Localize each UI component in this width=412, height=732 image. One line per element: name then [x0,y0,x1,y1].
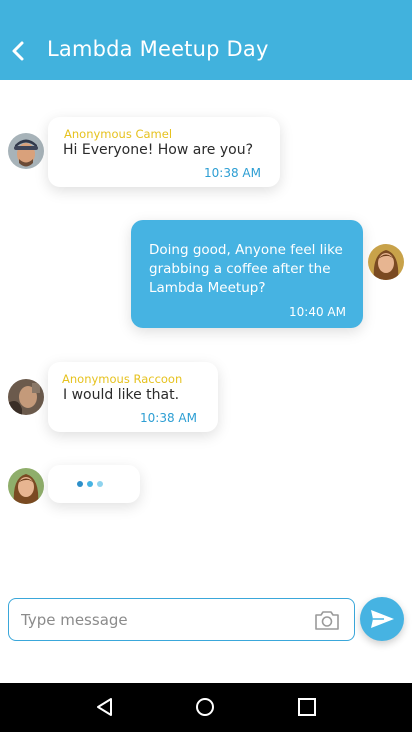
message-time: 10:38 AM [140,411,197,425]
message-input[interactable] [21,608,301,632]
avatar-woman-icon [8,468,44,504]
sender-name: Anonymous Raccoon [62,372,183,386]
message-composer [8,598,355,641]
message-text-line-3: Lambda Meetup? [149,280,266,296]
send-icon [371,610,394,628]
avatar-man-icon [8,133,44,169]
message-time: 10:40 AM [289,305,346,319]
avatar-person-icon [8,379,44,415]
message-bubble-incoming[interactable]: Anonymous Raccoon I would like that. 10:… [48,362,218,432]
avatar-anonymous-camel[interactable] [8,133,44,169]
message-time: 10:38 AM [204,166,261,180]
avatar-woman-icon [368,244,404,280]
typing-dot [97,481,103,487]
sender-name: Anonymous Camel [64,127,173,141]
send-button[interactable] [360,597,404,641]
camera-icon[interactable] [314,609,340,631]
message-text: I would like that. [63,387,180,403]
nav-back-icon[interactable] [93,695,117,719]
message-bubble-outgoing[interactable]: Doing good, Anyone feel like grabbing a … [131,220,363,328]
avatar-typing-user[interactable] [8,468,44,504]
typing-indicator [48,465,140,503]
message-text-line-2: grabbing a coffee after the [149,261,331,277]
typing-dot [87,481,93,487]
message-text: Hi Everyone! How are you? [63,142,254,158]
chat-title: Lambda Meetup Day [47,37,269,61]
message-text-line-1: Doing good, Anyone feel like [149,242,343,258]
typing-dot [77,481,83,487]
back-arrow-icon[interactable] [8,38,30,64]
app-bar: Lambda Meetup Day [0,0,412,80]
nav-home-icon[interactable] [193,695,217,719]
chat-screen: Lambda Meetup Day Anonymous Camel Hi Eve… [0,0,412,732]
message-bubble-incoming[interactable]: Anonymous Camel Hi Everyone! How are you… [48,117,280,187]
system-nav-bar [0,683,412,732]
avatar-self[interactable] [368,244,404,280]
avatar-anonymous-raccoon[interactable] [8,379,44,415]
nav-recents-icon[interactable] [295,695,319,719]
